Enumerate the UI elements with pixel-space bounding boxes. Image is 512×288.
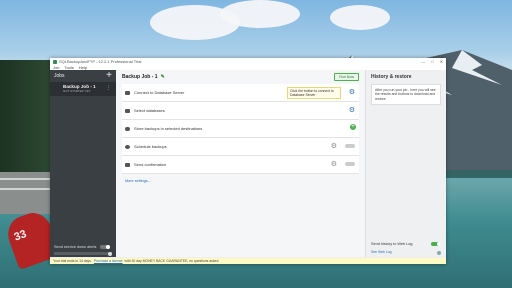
app-window: SQLBackupAndFTP - 12.2.1 Professional Tr… bbox=[50, 58, 446, 264]
purchase-license-link[interactable]: Purchase a license bbox=[94, 259, 123, 263]
schedule-toggle[interactable] bbox=[345, 144, 355, 148]
add-destination-icon[interactable]: + bbox=[350, 124, 356, 130]
gear-icon[interactable]: ⚙ bbox=[331, 143, 337, 150]
step-connect[interactable]: Connect to Database Server Click the but… bbox=[122, 84, 359, 102]
add-job-icon[interactable]: + bbox=[106, 71, 112, 81]
info-icon[interactable] bbox=[437, 251, 441, 255]
step-label: Select databases bbox=[134, 108, 165, 113]
job-status: NOT STARTED YET bbox=[63, 89, 91, 93]
send-history-toggle[interactable] bbox=[431, 242, 441, 246]
info-icon[interactable] bbox=[108, 252, 112, 256]
job-name-heading: Backup Job - 1 bbox=[122, 74, 158, 80]
step-label: Send confirmation bbox=[134, 162, 167, 167]
mail-icon bbox=[125, 162, 130, 167]
trial-bar: Your trial ends in 14 days. Purchase a l… bbox=[50, 257, 446, 264]
service-alerts-label: Send service down alerts bbox=[54, 245, 97, 249]
web-log-link[interactable]: See Web Log bbox=[371, 250, 441, 254]
step-label: Store backups in selected destinations bbox=[134, 126, 203, 131]
run-now-button[interactable]: Run Now bbox=[334, 73, 359, 81]
step-send-confirmation[interactable]: Send confirmation ⚙ bbox=[122, 156, 359, 174]
window-title: SQLBackupAndFTP - 12.2.1 Professional Tr… bbox=[59, 59, 142, 64]
send-history-label: Send history to Web Log bbox=[371, 242, 413, 246]
trial-text: Your trial ends in 14 days. bbox=[53, 259, 92, 263]
gear-icon[interactable]: ⚙ bbox=[331, 161, 337, 168]
edit-name-icon[interactable]: ✎ bbox=[161, 74, 165, 80]
minimize-button[interactable]: — bbox=[421, 59, 425, 64]
history-panel: History & restore After you run your job… bbox=[365, 70, 446, 258]
step-label: Schedule backups bbox=[134, 144, 167, 149]
job-menu-icon[interactable]: ⋮ bbox=[106, 85, 111, 91]
gear-icon[interactable]: ⚙ bbox=[349, 107, 355, 114]
more-settings-link[interactable]: More settings... bbox=[122, 174, 359, 188]
jobs-sidebar: Jobs + Backup Job - 1 NOT STARTED YET ⋮ … bbox=[50, 70, 116, 258]
history-info: After you run your job - here you will s… bbox=[371, 84, 441, 106]
job-list-item[interactable]: Backup Job - 1 NOT STARTED YET ⋮ bbox=[50, 82, 116, 96]
server-icon bbox=[125, 90, 130, 95]
history-title: History & restore bbox=[371, 74, 412, 80]
confirmation-toggle[interactable] bbox=[345, 162, 355, 166]
gear-icon[interactable]: ⚙ bbox=[349, 89, 355, 96]
step-label: Connect to Database Server bbox=[134, 90, 185, 95]
step-schedule[interactable]: Schedule backups ⚙ bbox=[122, 138, 359, 156]
connect-tooltip: Click the button to connect to Database … bbox=[287, 87, 341, 99]
clock-icon bbox=[125, 144, 130, 149]
alert-email-field[interactable] bbox=[54, 252, 112, 255]
close-button[interactable]: ✕ bbox=[440, 59, 443, 64]
cloud-icon bbox=[125, 126, 130, 131]
title-bar: SQLBackupAndFTP - 12.2.1 Professional Tr… bbox=[50, 58, 446, 65]
step-select-databases[interactable]: Select databases ⚙ bbox=[122, 102, 359, 120]
maximize-button[interactable]: □ bbox=[431, 59, 433, 64]
database-icon bbox=[125, 108, 130, 113]
service-alerts-toggle[interactable] bbox=[100, 245, 110, 249]
job-main-panel: Backup Job - 1 ✎ Run Now Connect to Data… bbox=[116, 70, 365, 258]
app-icon bbox=[53, 59, 57, 64]
jobs-header: Jobs bbox=[54, 73, 65, 79]
step-store-backups[interactable]: Store backups in selected destinations + bbox=[122, 120, 359, 138]
trial-guarantee-text: with 30 day MONEY BACK GUARANTEE, no que… bbox=[124, 259, 220, 263]
